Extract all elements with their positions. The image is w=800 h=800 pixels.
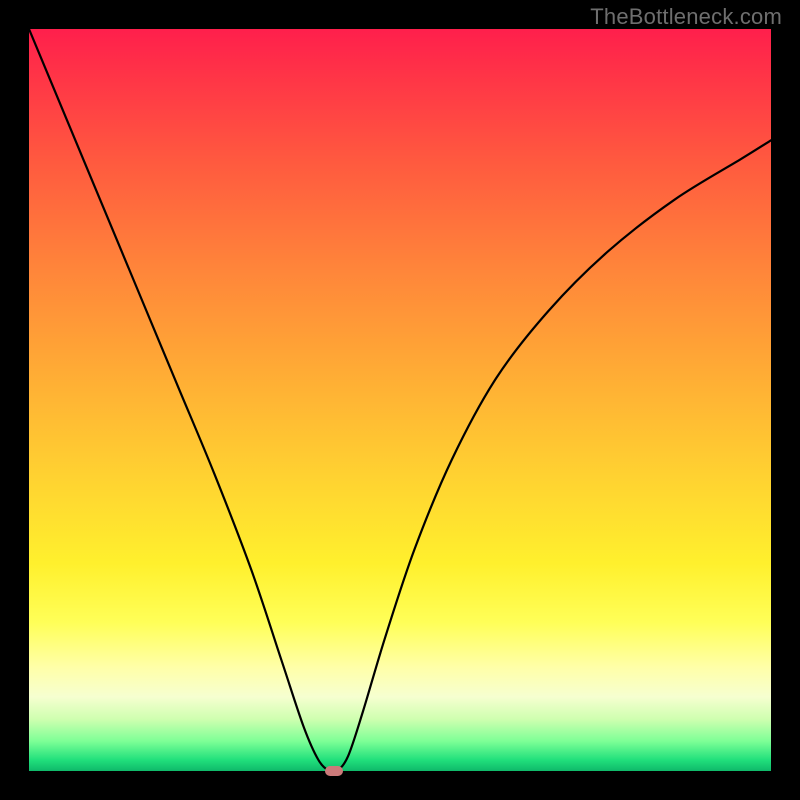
watermark-text: TheBottleneck.com [590, 4, 782, 30]
optimum-marker [325, 766, 343, 776]
bottleneck-curve [29, 29, 771, 771]
plot-area [29, 29, 771, 771]
chart-frame: TheBottleneck.com [0, 0, 800, 800]
